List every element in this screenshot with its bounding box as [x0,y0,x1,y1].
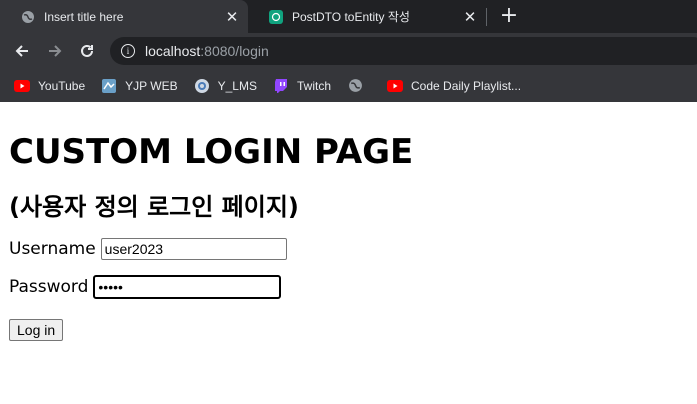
yjp-icon [101,78,117,94]
tab-title: PostDTO toEntity 작성 [292,10,410,24]
password-label: Password [9,277,89,297]
new-tab-plus-icon[interactable]: + [499,4,519,28]
chatgpt-icon [269,9,283,24]
bookmark-code-daily[interactable]: Code Daily Playlist... [387,78,521,94]
bookmark-y-lms[interactable]: Y_LMS [194,78,257,94]
close-icon[interactable]: ✕ [460,8,480,26]
username-row: Username [9,238,688,260]
close-icon[interactable]: ✕ [222,8,242,26]
bookmark-globe[interactable] [347,78,371,94]
page-title: CUSTOM LOGIN PAGE [9,132,414,172]
address-bar[interactable]: i localhost:8080/login [110,37,697,65]
tab-active[interactable]: Insert title here ✕ [0,0,248,33]
bookmarks-bar: YouTube YJP WEB Y_LMS Twitch Code Daily … [0,69,697,102]
browser-chrome: Insert title here ✕ PostDTO toEntity 작성 … [0,0,697,102]
bookmark-youtube[interactable]: YouTube [14,78,85,94]
username-label: Username [9,239,96,259]
back-arrow-icon[interactable] [11,40,33,62]
bookmark-yjp-web[interactable]: YJP WEB [101,78,178,94]
twitch-icon [273,78,289,94]
youtube-icon [14,78,30,94]
tab-title: Insert title here [44,9,124,24]
password-input[interactable] [93,275,282,299]
toolbar: i localhost:8080/login [0,33,697,69]
tab-strip: Insert title here ✕ PostDTO toEntity 작성 … [0,0,697,33]
bookmark-twitch[interactable]: Twitch [273,78,331,94]
globe-icon [347,78,363,94]
username-input[interactable] [100,238,287,260]
password-row: Password [9,275,688,299]
info-icon[interactable]: i [121,44,135,58]
lms-icon [194,78,210,94]
globe-icon [21,10,35,24]
youtube-icon [387,78,403,94]
reload-icon[interactable] [76,40,98,62]
page-content: CUSTOM LOGIN PAGE (사용자 정의 로그인 페이지) Usern… [0,132,697,341]
login-button[interactable]: Log in [9,319,64,341]
login-form: Username Password Log in [9,238,688,341]
page-subtitle: (사용자 정의 로그인 페이지) [9,193,299,221]
tab-separator [486,8,487,26]
forward-arrow-icon[interactable] [44,40,66,62]
url-text: localhost:8080/login [145,43,269,59]
tab-inactive[interactable]: PostDTO toEntity 작성 ✕ [248,0,486,33]
